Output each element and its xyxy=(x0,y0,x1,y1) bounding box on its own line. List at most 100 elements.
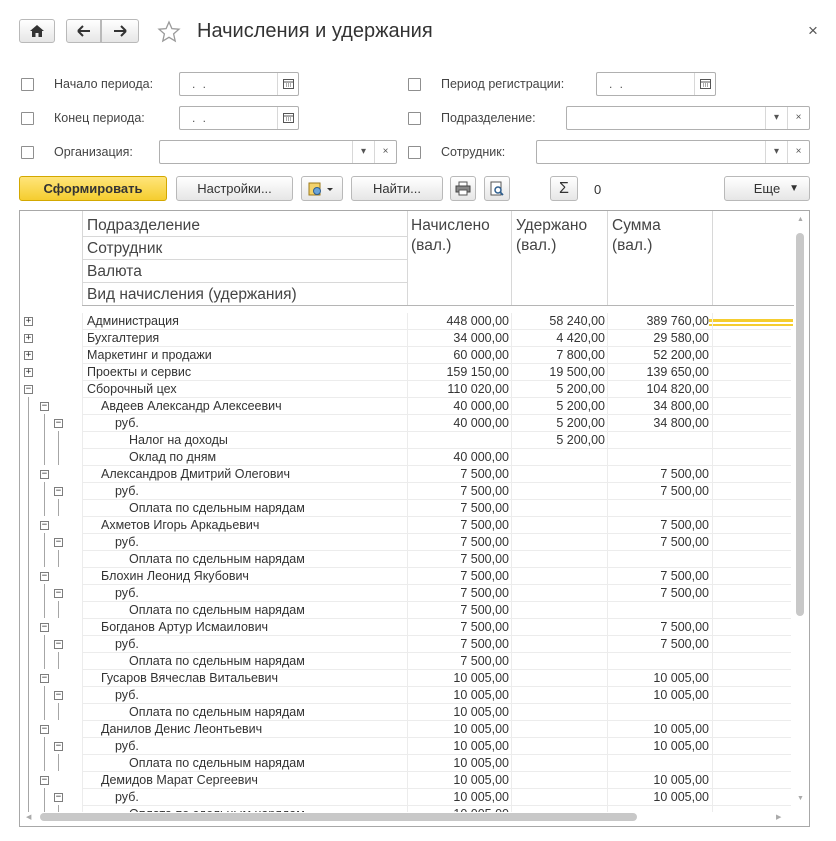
period-start-field[interactable]: . . xyxy=(179,72,299,96)
expand-icon[interactable]: + xyxy=(24,334,33,343)
cell-total: 139 650,00 xyxy=(646,365,709,379)
table-row[interactable]: − Гусаров Вячеслав Витальевич 10 005,00 10 … xyxy=(20,669,791,687)
table-row[interactable]: − руб. 7 500,00 7 500,00 xyxy=(20,635,791,653)
employee-field[interactable]: ▾ × xyxy=(536,140,810,164)
expand-icon[interactable]: + xyxy=(24,351,33,360)
clear-icon[interactable]: × xyxy=(787,107,809,129)
collapse-icon[interactable]: − xyxy=(40,521,49,530)
scroll-left-arrow[interactable]: ◀ xyxy=(26,813,31,821)
horizontal-scrollbar[interactable] xyxy=(40,813,637,821)
table-row[interactable]: − Богданов Артур Исмаилович 7 500,00 7 500,… xyxy=(20,618,791,636)
back-button[interactable] xyxy=(66,19,101,43)
favorite-star-icon[interactable] xyxy=(157,20,181,44)
registration-period-checkbox[interactable] xyxy=(408,78,421,91)
vertical-scrollbar[interactable] xyxy=(796,233,804,616)
table-row[interactable]: − Авдеев Александр Алексеевич 40 000,00 5 2… xyxy=(20,397,791,415)
collapse-icon[interactable]: − xyxy=(54,691,63,700)
table-row[interactable]: + Проекты и сервис 159 150,00 19 500,00 139 … xyxy=(20,364,791,381)
scroll-up-arrow[interactable]: ▲ xyxy=(797,216,804,223)
period-end-label: Конец периода: xyxy=(54,111,145,125)
collapse-icon[interactable]: − xyxy=(40,470,49,479)
table-row[interactable]: + Бухгалтерия 34 000,00 4 420,00 29 580,00 xyxy=(20,330,791,347)
table-row[interactable]: Оплата по сдельным нарядам 10 005,00 xyxy=(20,703,791,721)
table-row[interactable]: − Ахметов Игорь Аркадьевич 7 500,00 7 500,0… xyxy=(20,516,791,534)
department-checkbox[interactable] xyxy=(408,112,421,125)
collapse-icon[interactable]: − xyxy=(40,674,49,683)
collapse-icon[interactable]: − xyxy=(40,572,49,581)
table-row[interactable]: − руб. 10 005,00 10 005,00 xyxy=(20,737,791,755)
registration-period-field[interactable]: . . xyxy=(596,72,716,96)
table-row[interactable]: − руб. 7 500,00 7 500,00 xyxy=(20,482,791,500)
sum-button[interactable]: Σ xyxy=(550,176,578,201)
collapse-icon[interactable]: − xyxy=(40,623,49,632)
period-end-checkbox[interactable] xyxy=(21,112,34,125)
collapse-icon[interactable]: − xyxy=(54,793,63,802)
find-button[interactable]: Найти... xyxy=(351,176,443,201)
collapse-icon[interactable]: − xyxy=(40,402,49,411)
row-name: руб. xyxy=(115,790,139,804)
home-icon xyxy=(30,25,44,37)
table-row[interactable]: Налог на доходы 5 200,00 xyxy=(20,431,791,449)
collapse-icon[interactable]: − xyxy=(40,725,49,734)
report-variant-icon xyxy=(308,182,333,196)
collapse-icon[interactable]: − xyxy=(54,419,63,428)
print-button[interactable] xyxy=(450,176,476,201)
forward-button[interactable] xyxy=(101,19,139,43)
organization-field[interactable]: ▾ × xyxy=(159,140,397,164)
expand-icon[interactable]: + xyxy=(24,317,33,326)
chevron-down-icon[interactable]: ▾ xyxy=(765,107,787,129)
chevron-down-icon[interactable]: ▾ xyxy=(765,141,787,163)
expand-icon[interactable]: + xyxy=(24,368,33,377)
scroll-right-arrow[interactable]: ▶ xyxy=(776,813,781,821)
table-row[interactable]: − руб. 40 000,00 5 200,00 34 800,00 xyxy=(20,414,791,432)
table-row[interactable]: Оплата по сдельным нарядам 7 500,00 xyxy=(20,652,791,670)
more-button[interactable]: Еще ▼ xyxy=(724,176,810,201)
table-row[interactable]: Оплата по сдельным нарядам 7 500,00 xyxy=(20,601,791,619)
settings-button[interactable]: Настройки... xyxy=(176,176,293,201)
collapse-icon[interactable]: − xyxy=(54,589,63,598)
close-icon[interactable]: × xyxy=(808,21,818,41)
collapse-icon[interactable]: − xyxy=(54,538,63,547)
calendar-icon[interactable] xyxy=(277,107,299,129)
organization-checkbox[interactable] xyxy=(21,146,34,159)
table-row[interactable]: − Сборочный цех 110 020,00 5 200,00 104 820,… xyxy=(20,381,791,398)
collapse-icon[interactable]: − xyxy=(54,742,63,751)
department-field[interactable]: ▾ × xyxy=(566,106,810,130)
period-start-label: Начало периода: xyxy=(54,77,154,91)
cell-withheld: 4 420,00 xyxy=(556,331,605,345)
table-row[interactable]: − Блохин Леонид Якубович 7 500,00 7 500,00 xyxy=(20,567,791,585)
calendar-icon[interactable] xyxy=(694,73,716,95)
table-row[interactable]: Оплата по сдельным нарядам 10 005,00 xyxy=(20,805,791,812)
collapse-icon[interactable]: − xyxy=(40,776,49,785)
collapse-icon[interactable]: − xyxy=(24,385,33,394)
table-row[interactable]: − руб. 10 005,00 10 005,00 xyxy=(20,686,791,704)
table-row[interactable]: + Администрация 448 000,00 58 240,00 389 760… xyxy=(20,313,791,330)
period-start-checkbox[interactable] xyxy=(21,78,34,91)
home-button[interactable] xyxy=(19,19,55,43)
table-row[interactable]: Оплата по сдельным нарядам 7 500,00 xyxy=(20,550,791,568)
clear-icon[interactable]: × xyxy=(787,141,809,163)
table-row[interactable]: − Данилов Денис Леонтьевич 10 005,00 10 005… xyxy=(20,720,791,738)
preview-button[interactable] xyxy=(484,176,510,201)
collapse-icon[interactable]: − xyxy=(54,640,63,649)
table-row[interactable]: − руб. 10 005,00 10 005,00 xyxy=(20,788,791,806)
table-row[interactable]: Оклад по дням 40 000,00 xyxy=(20,448,791,466)
table-row[interactable]: − Демидов Марат Сергеевич 10 005,00 10 005,… xyxy=(20,771,791,789)
generate-button[interactable]: Сформировать xyxy=(19,176,167,201)
collapse-icon[interactable]: − xyxy=(54,487,63,496)
table-row[interactable]: Оплата по сдельным нарядам 7 500,00 xyxy=(20,499,791,517)
table-row[interactable]: − руб. 7 500,00 7 500,00 xyxy=(20,584,791,602)
table-row[interactable]: Оплата по сдельным нарядам 10 005,00 xyxy=(20,754,791,772)
scroll-down-arrow[interactable]: ▼ xyxy=(797,795,804,802)
clear-icon[interactable]: × xyxy=(374,141,396,163)
cell-accrued: 7 500,00 xyxy=(460,603,509,617)
variant-menu-button[interactable] xyxy=(301,176,343,201)
table-row[interactable]: − руб. 7 500,00 7 500,00 xyxy=(20,533,791,551)
calendar-icon[interactable] xyxy=(277,73,299,95)
report-grid[interactable]: Подразделение Сотрудник Валюта Вид начис… xyxy=(19,210,810,827)
table-row[interactable]: − Александров Дмитрий Олегович 7 500,00 7 5… xyxy=(20,465,791,483)
period-end-field[interactable]: . . xyxy=(179,106,299,130)
table-row[interactable]: + Маркетинг и продажи 60 000,00 7 800,00 52 … xyxy=(20,347,791,364)
employee-checkbox[interactable] xyxy=(408,146,421,159)
chevron-down-icon[interactable]: ▾ xyxy=(352,141,374,163)
